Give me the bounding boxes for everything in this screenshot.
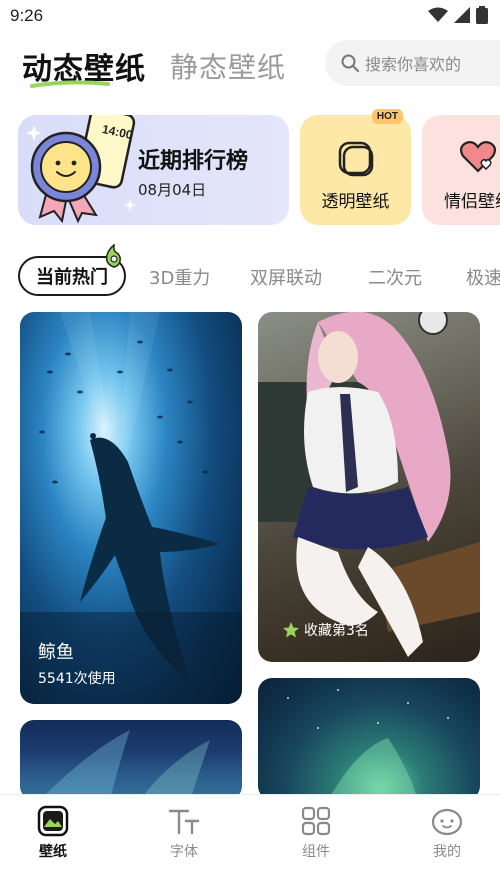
wifi-icon — [428, 7, 448, 22]
category-tab-fast[interactable]: 极速 — [466, 264, 500, 290]
ranking-title: 近期排行榜 — [138, 149, 249, 174]
category-tab-hot-label: 当前热门 — [36, 267, 108, 288]
nav-mine[interactable]: 我的 — [407, 805, 487, 861]
ranking-date: 08月04日 — [138, 181, 207, 199]
tab-static-wallpaper[interactable]: 静态壁纸 — [170, 46, 286, 86]
nav-font[interactable]: 字体 — [144, 805, 224, 861]
font-icon — [168, 809, 200, 835]
wallpaper-whale-title: 鲸鱼 — [38, 642, 74, 663]
active-tab-underline — [30, 80, 110, 88]
couple-wallpaper-label: 情侣壁纸 — [444, 192, 500, 212]
profile-face-icon — [431, 808, 463, 836]
wallpaper-tile-whale[interactable]: 鲸鱼 5541次使用 — [20, 312, 242, 704]
couple-wallpaper-card[interactable]: 情侣壁纸 — [422, 115, 500, 225]
transparent-phone-icon — [338, 141, 374, 177]
favorite-rank-text: 收藏第3名 — [304, 623, 369, 639]
category-tab-anime[interactable]: 二次元 — [368, 264, 422, 290]
nav-wallpaper[interactable]: 壁纸 — [13, 805, 93, 861]
bottom-nav: 壁纸 字体 组件 我的 — [0, 794, 500, 888]
category-tabs: 当前热门 3D重力 双屏联动 二次元 极速 — [0, 244, 500, 298]
ranking-card[interactable]: 14:00 近期排行榜 08月04日 — [18, 115, 289, 225]
transparent-wallpaper-card[interactable]: HOT 透明壁纸 — [300, 109, 411, 225]
category-tab-3d-gravity[interactable]: 3D重力 — [149, 264, 210, 290]
search-icon — [341, 54, 359, 72]
wallpaper-tile-aurora-left[interactable] — [20, 720, 242, 800]
anime-girl-image — [258, 312, 480, 657]
signal-icon — [454, 7, 470, 23]
status-icons — [428, 6, 488, 24]
favorite-rank-row: 收藏第3名 — [282, 620, 369, 640]
heart-icon — [459, 141, 497, 173]
aurora-image — [40, 730, 210, 800]
wallpaper-tile-aurora-right[interactable] — [258, 678, 480, 800]
feature-cards: 14:00 近期排行榜 08月04日 HOT 透明壁纸 情侣壁纸 — [0, 109, 500, 227]
wallpaper-nav-icon — [37, 805, 69, 837]
nav-widget-label: 组件 — [302, 844, 330, 860]
transparent-wallpaper-label: 透明壁纸 — [321, 192, 390, 212]
flame-icon — [105, 244, 121, 268]
category-tab-dual-screen[interactable]: 双屏联动 — [250, 264, 322, 290]
star-icon — [283, 622, 299, 638]
status-bar: 9:26 — [0, 0, 500, 34]
nav-mine-label: 我的 — [433, 844, 461, 860]
widget-icon — [301, 806, 331, 836]
nav-wallpaper-label: 壁纸 — [39, 844, 67, 860]
nav-widget[interactable]: 组件 — [276, 805, 356, 861]
status-time: 9:26 — [10, 6, 44, 25]
battery-icon — [476, 6, 488, 24]
aurora-night-image — [287, 689, 449, 800]
search-box[interactable]: 搜索你喜欢的 — [325, 40, 500, 86]
wallpaper-tile-anime-girl[interactable]: 收藏第3名 — [258, 312, 480, 662]
hot-badge: HOT — [371, 109, 403, 124]
header: 动态壁纸 静态壁纸 搜索你喜欢的 — [0, 40, 500, 96]
search-placeholder: 搜索你喜欢的 — [365, 55, 462, 74]
wallpaper-whale-usage: 5541次使用 — [38, 671, 116, 687]
nav-font-label: 字体 — [170, 844, 198, 860]
